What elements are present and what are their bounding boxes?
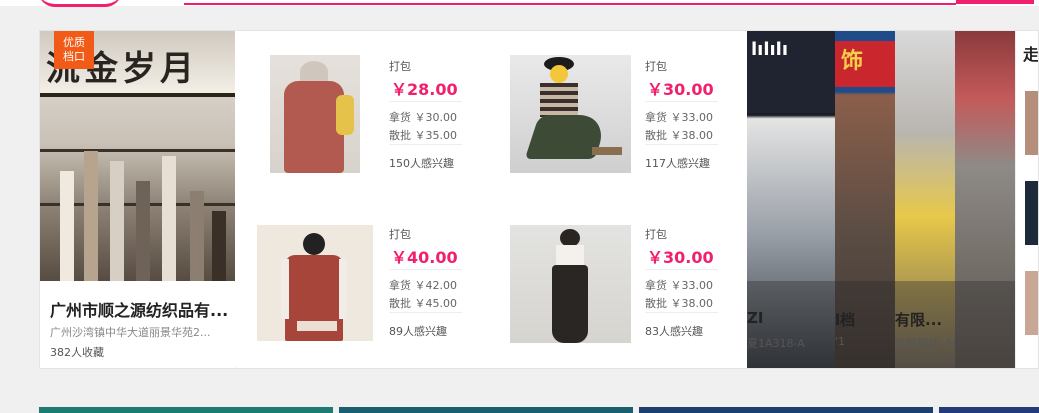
stall-strip-address: '1 [835, 335, 846, 348]
garment-rack [60, 171, 74, 281]
interest-count: 83人感兴趣 [645, 325, 703, 338]
product-image[interactable] [257, 225, 373, 341]
stall-strip-address: 夏1A318-A [747, 337, 805, 350]
search-input[interactable] [184, 0, 956, 5]
stall-name[interactable]: 广州市顺之源纺织品有... [50, 297, 230, 321]
quality-stall-badge: 优质 档口 [54, 31, 94, 69]
divider [645, 312, 718, 313]
garment-rack [162, 156, 176, 281]
stall-strip[interactable]: 有限... 世贸服装. 563 [895, 31, 955, 368]
wholesale-price: 散批 ￥45.00 [389, 297, 457, 310]
retail-price: 拿货 ￥33.00 [645, 111, 713, 124]
product-card[interactable]: 打包 ￥30.00 拿货 ￥33.00 散批 ￥38.00 83人感兴趣 [491, 199, 747, 367]
stall-strip-address: 世贸服装. 563 [895, 337, 955, 350]
divider [645, 144, 718, 145]
garment-rack [212, 211, 226, 281]
retail-price: 拿货 ￥33.00 [645, 279, 713, 292]
garment-rack [190, 191, 204, 281]
stall-strip-title: l档 [835, 311, 856, 329]
bottom-banner[interactable] [639, 407, 933, 413]
garment-rack [110, 161, 124, 281]
divider [645, 101, 718, 102]
wholesale-price: 散批 ￥38.00 [645, 129, 713, 142]
side-category-panel: 走 [1015, 31, 1039, 368]
garment-rack [84, 151, 98, 281]
bottom-banner[interactable] [339, 407, 633, 413]
pack-price: ￥28.00 [391, 80, 458, 99]
product-image[interactable] [510, 55, 631, 173]
product-image[interactable] [270, 55, 360, 173]
interest-count: 150人感兴趣 [389, 157, 454, 170]
side-thumbnail[interactable] [1025, 181, 1038, 245]
stall-strip-sign: 饰 [841, 49, 864, 74]
strip-overlay [955, 281, 1015, 368]
side-thumbnail[interactable] [1025, 271, 1038, 335]
divider [645, 269, 718, 270]
divider [389, 312, 462, 313]
pack-label: 打包 [389, 60, 411, 73]
site-logo[interactable] [38, 0, 122, 7]
stall-favorites: 382人收藏 [50, 346, 104, 359]
search-button[interactable] [956, 0, 1034, 4]
wholesale-price: 散批 ￥35.00 [389, 129, 457, 142]
product-image[interactable] [510, 225, 631, 343]
stall-strip-sign: lılılı [751, 39, 789, 60]
stall-strip[interactable]: 饰 l档 '1 [835, 31, 895, 368]
divider [389, 101, 462, 102]
stall-strip-title: 有限... [895, 311, 943, 329]
stall-strip[interactable] [955, 31, 1015, 368]
side-thumbnail[interactable] [1025, 91, 1038, 155]
stall-strip-title: ZI [747, 309, 764, 327]
divider [389, 269, 462, 270]
featured-stall-card[interactable]: 流金岁月 优质 档口 广州市顺之源纺织品有... 广州沙湾镇中华大道丽景华苑2.… [40, 31, 236, 368]
bottom-banner[interactable] [939, 407, 1039, 413]
garment-rack [136, 181, 150, 281]
side-panel-title: 走 [1023, 45, 1039, 64]
stall-strip[interactable]: lılılı ZI 夏1A318-A [747, 31, 835, 368]
pack-label: 打包 [645, 60, 667, 73]
stall-address: 广州沙湾镇中华大道丽景华苑2... [50, 326, 211, 339]
product-card[interactable]: 打包 ￥40.00 拿货 ￥42.00 散批 ￥45.00 89人感兴趣 [235, 199, 492, 367]
pack-label: 打包 [645, 228, 667, 241]
interest-count: 89人感兴趣 [389, 325, 447, 338]
pack-price: ￥30.00 [647, 80, 714, 99]
pack-price: ￥40.00 [391, 248, 458, 267]
divider [389, 144, 462, 145]
product-card[interactable]: 打包 ￥30.00 拿货 ￥33.00 散批 ￥38.00 117人感兴趣 [491, 31, 747, 200]
shelf [40, 149, 235, 152]
wholesale-price: 散批 ￥38.00 [645, 297, 713, 310]
retail-price: 拿货 ￥30.00 [389, 111, 457, 124]
bottom-banner[interactable] [39, 407, 333, 413]
product-card[interactable]: 打包 ￥28.00 拿货 ￥30.00 散批 ￥35.00 150人感兴趣 [235, 31, 492, 200]
stall-showcase-panel: 流金岁月 优质 档口 广州市顺之源纺织品有... 广州沙湾镇中华大道丽景华苑2.… [39, 30, 1039, 369]
pack-price: ￥30.00 [647, 248, 714, 267]
pack-label: 打包 [389, 228, 411, 241]
retail-price: 拿货 ￥42.00 [389, 279, 457, 292]
interest-count: 117人感兴趣 [645, 157, 710, 170]
